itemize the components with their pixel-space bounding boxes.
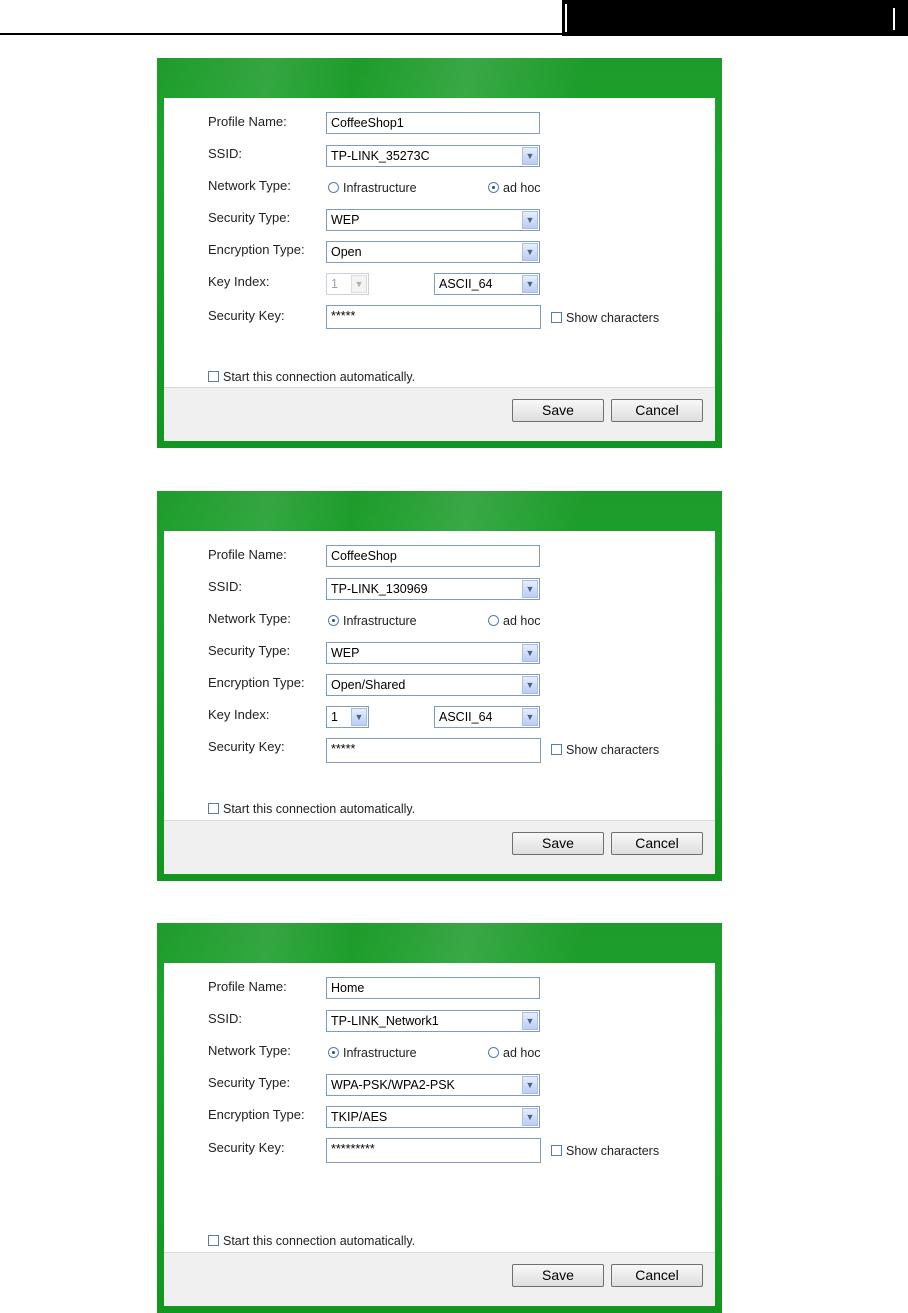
chevron-down-icon: ▼ — [351, 275, 367, 293]
chevron-down-icon[interactable]: ▼ — [522, 708, 538, 726]
key-format-select[interactable]: ASCII_64 ▼ — [434, 273, 540, 295]
ssid-select[interactable]: TP-LINK_Network1 ▼ — [326, 1010, 540, 1032]
security-type-label: Security Type: — [208, 643, 291, 658]
key-index-select[interactable]: 1 ▼ — [326, 706, 369, 728]
start-automatically-checkbox[interactable]: Start this connection automatically. — [208, 802, 415, 816]
encryption-type-select[interactable]: TKIP/AES ▼ — [326, 1106, 540, 1128]
show-characters-checkbox[interactable]: Show characters — [551, 1144, 659, 1158]
radio-infrastructure[interactable]: Infrastructure — [328, 181, 417, 195]
encryption-type-label: Encryption Type: — [208, 675, 305, 690]
save-button[interactable]: Save — [512, 832, 604, 855]
security-type-label: Security Type: — [208, 1075, 291, 1090]
chevron-down-icon[interactable]: ▼ — [522, 644, 538, 662]
profile-name-label: Profile Name: — [208, 547, 287, 562]
dialog-footer: Save Cancel — [164, 387, 715, 441]
start-automatically-checkbox[interactable]: Start this connection automatically. — [208, 1234, 415, 1248]
radio-adhoc[interactable]: ad hoc — [488, 614, 541, 628]
dialog-title-bar — [157, 491, 722, 531]
key-index-select: 1 ▼ — [326, 273, 369, 295]
chevron-down-icon[interactable]: ▼ — [522, 1012, 538, 1030]
chevron-down-icon[interactable]: ▼ — [522, 1076, 538, 1094]
profile-dialog-2: Profile Name: CoffeeShop SSID: TP-LINK_1… — [157, 491, 722, 881]
radio-infrastructure[interactable]: Infrastructure — [328, 614, 417, 628]
ssid-value: TP-LINK_35273C — [331, 149, 430, 163]
profile-name-label: Profile Name: — [208, 979, 287, 994]
encryption-type-select[interactable]: Open/Shared ▼ — [326, 674, 540, 696]
show-characters-checkbox[interactable]: Show characters — [551, 743, 659, 757]
ssid-select[interactable]: TP-LINK_35273C ▼ — [326, 145, 540, 167]
profile-form-panel: Profile Name: CoffeeShop SSID: TP-LINK_1… — [164, 531, 715, 874]
radio-infrastructure[interactable]: Infrastructure — [328, 1046, 417, 1060]
checkbox-icon[interactable] — [208, 371, 219, 382]
profile-name-label: Profile Name: — [208, 114, 287, 129]
radio-button-icon[interactable] — [488, 615, 499, 626]
security-key-label: Security Key: — [208, 739, 285, 754]
security-key-label: Security Key: — [208, 1140, 285, 1155]
document-header-divider — [565, 4, 567, 32]
ssid-label: SSID: — [208, 146, 242, 161]
chevron-down-icon[interactable]: ▼ — [522, 580, 538, 598]
profile-form-panel: Profile Name: CoffeeShop1 SSID: TP-LINK_… — [164, 98, 715, 441]
ssid-label: SSID: — [208, 1011, 242, 1026]
radio-button-selected-icon[interactable] — [328, 1047, 339, 1058]
radio-button-selected-icon[interactable] — [328, 615, 339, 626]
network-type-label: Network Type: — [208, 178, 291, 193]
network-type-label: Network Type: — [208, 611, 291, 626]
encryption-type-label: Encryption Type: — [208, 1107, 305, 1122]
dialog-footer: Save Cancel — [164, 1252, 715, 1306]
profile-form-panel: Profile Name: Home SSID: TP-LINK_Network… — [164, 963, 715, 1306]
key-format-select[interactable]: ASCII_64 ▼ — [434, 706, 540, 728]
network-type-label: Network Type: — [208, 1043, 291, 1058]
document-header-divider — [893, 8, 895, 30]
security-type-select[interactable]: WEP ▼ — [326, 209, 540, 231]
chevron-down-icon[interactable]: ▼ — [522, 275, 538, 293]
security-type-select[interactable]: WEP ▼ — [326, 642, 540, 664]
key-index-label: Key Index: — [208, 274, 270, 289]
checkbox-icon[interactable] — [551, 1145, 562, 1156]
profile-name-input[interactable]: CoffeeShop — [326, 545, 540, 567]
cancel-button[interactable]: Cancel — [611, 1264, 703, 1287]
chevron-down-icon[interactable]: ▼ — [522, 243, 538, 261]
radio-button-selected-icon[interactable] — [488, 182, 499, 193]
security-type-label: Security Type: — [208, 210, 291, 225]
chevron-down-icon[interactable]: ▼ — [522, 676, 538, 694]
document-header-rule — [0, 33, 565, 35]
start-automatically-checkbox[interactable]: Start this connection automatically. — [208, 370, 415, 384]
radio-button-icon[interactable] — [328, 182, 339, 193]
security-key-input[interactable]: ***** — [326, 305, 541, 329]
save-button[interactable]: Save — [512, 399, 604, 422]
profile-dialog-3: Profile Name: Home SSID: TP-LINK_Network… — [157, 923, 722, 1313]
radio-button-icon[interactable] — [488, 1047, 499, 1058]
profile-name-input[interactable]: CoffeeShop1 — [326, 112, 540, 134]
security-key-input[interactable]: ********* — [326, 1138, 541, 1163]
profile-name-input[interactable]: Home — [326, 977, 540, 999]
key-index-label: Key Index: — [208, 707, 270, 722]
chevron-down-icon[interactable]: ▼ — [351, 708, 367, 726]
dialog-footer: Save Cancel — [164, 820, 715, 874]
checkbox-icon[interactable] — [208, 1235, 219, 1246]
profile-dialog-1: Profile Name: CoffeeShop1 SSID: TP-LINK_… — [157, 58, 722, 448]
cancel-button[interactable]: Cancel — [611, 832, 703, 855]
chevron-down-icon[interactable]: ▼ — [522, 211, 538, 229]
save-button[interactable]: Save — [512, 1264, 604, 1287]
ssid-label: SSID: — [208, 579, 242, 594]
ssid-select[interactable]: TP-LINK_130969 ▼ — [326, 578, 540, 600]
encryption-type-label: Encryption Type: — [208, 242, 305, 257]
checkbox-icon[interactable] — [551, 312, 562, 323]
radio-adhoc[interactable]: ad hoc — [488, 181, 541, 195]
encryption-type-select[interactable]: Open ▼ — [326, 241, 540, 263]
security-key-input[interactable]: ***** — [326, 738, 541, 763]
dialog-title-bar — [157, 923, 722, 963]
show-characters-checkbox[interactable]: Show characters — [551, 311, 659, 325]
document-header-bar — [562, 0, 908, 36]
chevron-down-icon[interactable]: ▼ — [522, 147, 538, 165]
chevron-down-icon[interactable]: ▼ — [522, 1108, 538, 1126]
security-type-select[interactable]: WPA-PSK/WPA2-PSK ▼ — [326, 1074, 540, 1096]
dialog-title-bar — [157, 58, 722, 98]
checkbox-icon[interactable] — [551, 744, 562, 755]
radio-adhoc[interactable]: ad hoc — [488, 1046, 541, 1060]
security-key-label: Security Key: — [208, 308, 285, 323]
cancel-button[interactable]: Cancel — [611, 399, 703, 422]
checkbox-icon[interactable] — [208, 803, 219, 814]
